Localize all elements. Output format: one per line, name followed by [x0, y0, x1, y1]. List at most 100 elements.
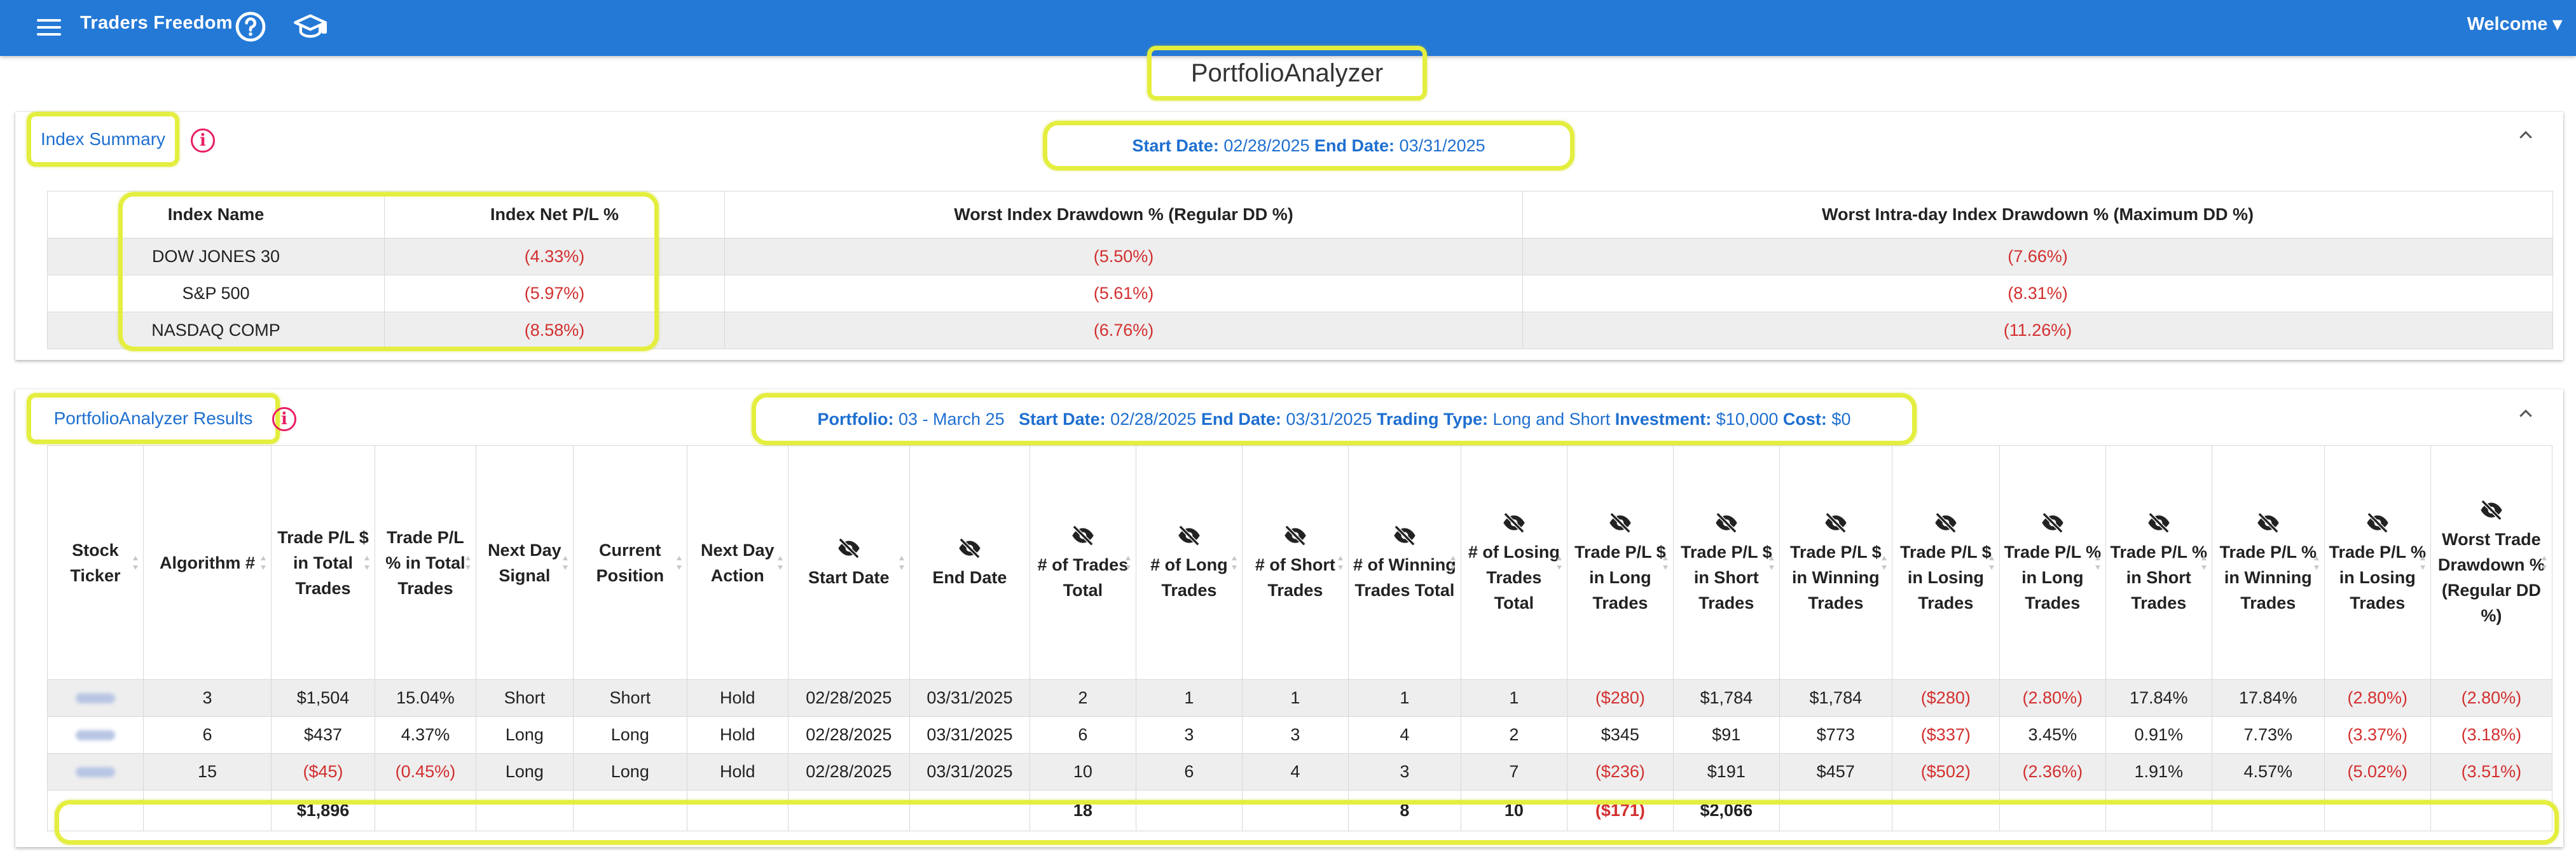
column-header-label: Trade P/L $ in Losing Trades	[1900, 542, 1992, 612]
hide-column-icon[interactable]	[1933, 510, 1959, 536]
end-date-value: 03/31/2025	[1399, 135, 1485, 155]
sort-icon[interactable]	[1230, 553, 1238, 572]
hide-column-icon[interactable]	[1283, 523, 1308, 548]
total-cell: 18	[1029, 790, 1136, 831]
sort-icon[interactable]	[464, 553, 472, 572]
chevron-up-icon[interactable]	[2516, 126, 2535, 145]
column-header[interactable]: # of Losing Trades Total	[1460, 445, 1567, 680]
sort-icon[interactable]	[1662, 553, 1669, 572]
hide-column-icon[interactable]	[957, 536, 982, 561]
table-row[interactable]: 3 $1,504 15.04% Short Short Hold 02/28/2025 03/…	[47, 679, 2553, 717]
sort-icon[interactable]	[1124, 553, 1132, 572]
start-date-value: 02/28/2025	[1110, 409, 1197, 429]
sort-icon[interactable]	[2540, 553, 2548, 572]
column-header[interactable]: Trade P/L % in Long Trades	[1999, 445, 2106, 680]
sort-icon[interactable]	[2200, 553, 2208, 572]
column-header[interactable]: Trade P/L % in Winning Trades	[2211, 445, 2325, 680]
table-cell: Long	[572, 716, 687, 754]
hide-column-icon[interactable]	[1501, 510, 1527, 536]
hide-column-icon[interactable]	[1714, 510, 1739, 536]
hide-column-icon[interactable]	[1608, 510, 1633, 536]
column-header[interactable]: Start Date	[787, 445, 910, 680]
sort-icon[interactable]	[1768, 553, 1775, 572]
stock-ticker	[47, 716, 144, 754]
column-header[interactable]: Trade P/L % in Short Trades	[2105, 445, 2212, 680]
table-cell: $1,784	[1779, 679, 1892, 717]
sort-icon[interactable]	[1555, 553, 1563, 572]
menu-icon[interactable]	[36, 15, 64, 41]
column-header[interactable]: Trade P/L $ in Losing Trades	[1891, 445, 2000, 680]
hide-column-icon[interactable]	[1392, 523, 1417, 548]
table-cell: 1	[1241, 679, 1349, 717]
hide-column-icon[interactable]	[2040, 510, 2065, 536]
table-cell: Long	[475, 716, 574, 754]
hide-column-icon[interactable]	[1823, 510, 1849, 536]
hide-column-icon[interactable]	[1176, 523, 1202, 548]
info-icon[interactable]: i	[272, 407, 296, 431]
column-header[interactable]: Trade P/L $ in Long Trades	[1566, 445, 1674, 680]
sort-icon[interactable]	[363, 553, 371, 572]
sort-icon[interactable]	[259, 553, 267, 572]
column-header[interactable]: Trade P/L % in Total Trades	[374, 445, 476, 680]
column-header[interactable]: # of Short Trades	[1241, 445, 1349, 680]
sort-icon[interactable]	[776, 553, 784, 572]
graduation-cap-icon[interactable]	[294, 10, 327, 46]
column-header[interactable]: Trade P/L $ in Total Trades	[271, 445, 375, 680]
sort-icon[interactable]	[1337, 553, 1344, 572]
table-row[interactable]: 15 ($45) (0.45%) Long Long Hold 02/28/2025 03/3…	[47, 753, 2553, 791]
welcome-menu[interactable]: Welcome ▾	[2467, 13, 2562, 35]
sort-icon[interactable]	[1880, 553, 1888, 572]
table-cell: (3.51%)	[2430, 753, 2553, 791]
sort-icon[interactable]	[2419, 553, 2427, 572]
results-title[interactable]: PortfolioAnalyzer Results	[27, 393, 280, 444]
sort-icon[interactable]	[561, 553, 569, 572]
column-header-label: Trade P/L % in Winning Trades	[2219, 542, 2317, 612]
end-date-label: End Date:	[1201, 409, 1281, 429]
table-cell: 7	[1460, 753, 1567, 791]
hide-column-icon[interactable]	[2365, 510, 2390, 536]
table-cell: (2.80%)	[2430, 679, 2553, 717]
table-row[interactable]: 6 $437 4.37% Long Long Hold 02/28/2025 03/31/20…	[47, 716, 2553, 754]
column-header[interactable]: Stock Ticker	[47, 445, 144, 680]
index-summary-table: Index Name Index Net P/L % Worst Index D…	[47, 191, 2553, 349]
column-header[interactable]: Algorithm #	[142, 445, 272, 680]
sort-icon[interactable]	[898, 553, 906, 572]
cost-label: Cost:	[1782, 409, 1827, 429]
help-icon[interactable]	[233, 9, 268, 48]
sort-icon[interactable]	[1449, 553, 1457, 572]
column-header[interactable]: # of Long Trades	[1135, 445, 1243, 680]
table-cell: Long	[475, 753, 574, 791]
sort-icon[interactable]	[2313, 553, 2320, 572]
hide-column-icon[interactable]	[2146, 510, 2172, 536]
redacted-ticker[interactable]	[75, 693, 115, 703]
column-header[interactable]: Worst Trade Drawdown % (Regular DD %)	[2430, 445, 2553, 680]
sort-icon[interactable]	[132, 553, 139, 572]
column-header[interactable]: Next Day Action	[686, 445, 789, 680]
sort-icon[interactable]	[1988, 553, 1995, 572]
sort-icon[interactable]	[675, 553, 683, 572]
chevron-up-icon[interactable]	[2516, 405, 2535, 424]
sort-icon[interactable]	[2094, 553, 2102, 572]
total-cell	[47, 790, 144, 831]
column-header[interactable]: Next Day Signal	[475, 445, 574, 680]
column-header[interactable]: Trade P/L $ in Winning Trades	[1779, 445, 1892, 680]
hide-column-icon[interactable]	[836, 536, 862, 561]
column-header[interactable]: End Date	[909, 445, 1030, 680]
hide-column-icon[interactable]	[2479, 497, 2504, 523]
index-summary-title[interactable]: Index Summary	[27, 112, 179, 167]
redacted-ticker[interactable]	[75, 730, 115, 740]
column-header[interactable]: Current Position	[572, 445, 687, 680]
redacted-ticker[interactable]	[75, 767, 115, 777]
info-icon[interactable]: i	[191, 128, 215, 153]
hide-column-icon[interactable]	[1070, 523, 1096, 548]
brand-title[interactable]: Traders Freedom	[80, 13, 233, 34]
table-cell: ($337)	[1891, 716, 2000, 754]
column-header[interactable]: Trade P/L % in Losing Trades	[2324, 445, 2431, 680]
end-date-value: 03/31/2025	[1286, 409, 1372, 429]
column-header[interactable]: # of Trades Total	[1029, 445, 1136, 680]
column-header[interactable]: Trade P/L $ in Short Trades	[1672, 445, 1780, 680]
total-cell	[909, 790, 1030, 831]
column-header[interactable]: # of Winning Trades Total	[1347, 445, 1461, 680]
investment-label: Investment:	[1615, 409, 1712, 429]
hide-column-icon[interactable]	[2256, 510, 2281, 536]
